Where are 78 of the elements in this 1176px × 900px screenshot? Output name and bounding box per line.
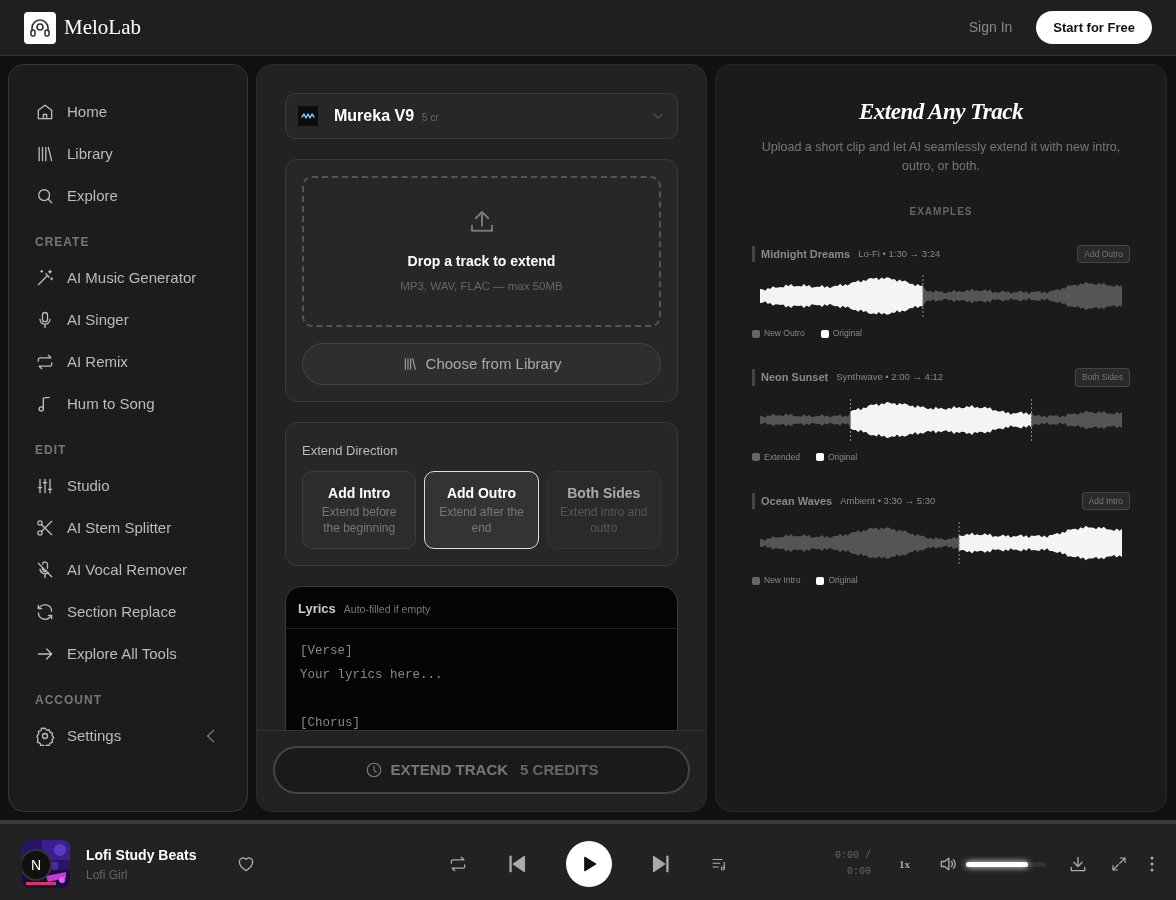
example-title: Ocean Waves	[752, 492, 833, 510]
examples-heading: EXAMPLES	[908, 204, 974, 219]
sidebar-item[interactable]: AI Vocal Remover	[27, 549, 229, 591]
sidebar-item[interactable]: Explore All Tools	[27, 633, 229, 675]
example-meta: Lo-Fi • 1:30 → 3:24	[858, 246, 941, 261]
model-name: Mureka V9	[334, 106, 415, 126]
direction-label: Extend Direction	[302, 442, 399, 460]
sidebar-item[interactable]: Home	[27, 91, 229, 133]
direction-option[interactable]: Add Outro Extend after the end	[424, 470, 539, 549]
home-icon	[35, 102, 55, 122]
volume-fill[interactable]	[966, 861, 1029, 867]
more-button[interactable]	[1150, 856, 1154, 872]
example-title: Midnight Dreams	[752, 245, 851, 263]
example-tag: Add Outro	[1077, 244, 1130, 264]
start-button[interactable]: Start for Free	[1036, 10, 1152, 45]
logo-icon[interactable]	[24, 11, 56, 44]
settings-icon	[35, 726, 55, 746]
lyrics-label: Lyrics	[298, 599, 336, 618]
drop-hint: MP3, WAV, FLAC — max 50MB	[400, 279, 563, 295]
play-button[interactable]	[566, 841, 612, 887]
showcase-title: Extend Any Track	[857, 98, 1025, 126]
sidebar-item[interactable]: Section Replace	[27, 591, 229, 633]
legend-label: Original	[832, 327, 862, 340]
sidebar-item[interactable]: Hum to Song	[27, 383, 229, 425]
sidebar-item[interactable]: AI Music Generator	[27, 257, 229, 299]
repeat-icon	[448, 854, 468, 874]
example-meta: Synthwave • 2:00 → 4:12	[836, 370, 944, 385]
expand-button[interactable]	[1110, 855, 1128, 873]
clock-icon	[364, 761, 383, 779]
lyrics-editor[interactable]: Lyrics Auto-filled if empty [Verse] Your lyrics here... [Chorus]	[285, 585, 678, 730]
sidebar-item[interactable]: AI Remix	[27, 341, 229, 383]
previous-button[interactable]	[506, 853, 528, 875]
time-display: 0:00 / 0:00	[834, 849, 871, 879]
download-icon	[1068, 854, 1088, 874]
artist-name: Lofi Girl	[86, 866, 129, 884]
refresh-icon	[35, 602, 55, 622]
more-icon	[1150, 856, 1154, 872]
repeat-icon	[35, 352, 55, 372]
scissors-icon	[35, 518, 55, 538]
example-meta: Ambient • 3:30 → 5:30	[840, 493, 936, 508]
section-heading: CREATE	[34, 234, 91, 251]
speed-button[interactable]: 1x	[899, 855, 910, 873]
sliders-icon	[35, 476, 55, 496]
brand-name: MeloLab	[64, 13, 141, 41]
example-tag: Add Intro	[1081, 491, 1130, 511]
sign-in-link[interactable]: Sign In	[968, 17, 1013, 38]
microphone-off-icon	[35, 560, 55, 580]
legend-label: Original	[828, 574, 858, 587]
next-icon	[650, 853, 672, 875]
example-title: Neon Sunset	[752, 369, 829, 386]
expand-icon	[1110, 855, 1128, 873]
lyrics-note: Auto-filled if empty	[343, 601, 431, 617]
direction-option[interactable]: Add Intro Extend before the beginning	[302, 470, 417, 549]
next-button[interactable]	[650, 853, 672, 875]
drop-zone[interactable]: Drop a track to extend MP3, WAV, FLAC — max 50MB	[302, 176, 661, 327]
previous-icon	[506, 853, 528, 875]
sidebar-item[interactable]: AI Stem Splitter	[27, 507, 229, 549]
download-button[interactable]	[1068, 854, 1088, 874]
section-heading: ACCOUNT	[34, 692, 103, 709]
search-icon	[35, 186, 55, 206]
example-tag: Both Sides	[1074, 368, 1130, 387]
repeat-button[interactable]	[448, 854, 468, 874]
sidebar-item[interactable]: Explore	[27, 175, 229, 217]
magic-wand-icon	[35, 268, 55, 288]
waveform-icon	[298, 106, 318, 126]
legend-label: Original	[827, 450, 858, 464]
section-heading: EDIT	[34, 442, 68, 459]
sidebar-item[interactable]: AI Singer	[27, 299, 229, 341]
library-button[interactable]: Choose from Library	[302, 343, 661, 385]
legend-label: New Outro	[764, 327, 805, 340]
sidebar-item[interactable]: Settings	[27, 715, 229, 757]
legend-label: New Intro	[764, 574, 801, 587]
showcase-subtitle: Upload a short clip and let AI seamlessly extend it with new intro, outro, or both.	[760, 138, 1122, 175]
legend-label: Extended	[764, 450, 800, 464]
sidebar-item[interactable]: Studio	[27, 465, 229, 507]
track-title: Lofi Study Beats	[86, 845, 197, 865]
sidebar-item[interactable]: Library	[27, 133, 229, 175]
drop-title: Drop a track to extend	[407, 252, 556, 272]
